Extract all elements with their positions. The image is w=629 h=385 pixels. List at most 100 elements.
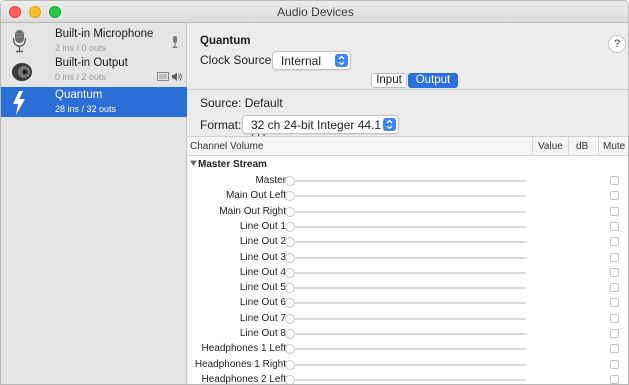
clock-source-label: Clock Source: — [200, 53, 275, 67]
mute-checkbox[interactable] — [610, 206, 619, 216]
channel-label: Line Out 5 — [239, 282, 286, 294]
volume-slider-knob[interactable] — [285, 359, 295, 370]
device-channels: 28 ins / 32 outs — [55, 104, 117, 114]
channel-row: Main Out Right — [188, 204, 628, 219]
volume-slider-knob[interactable] — [285, 329, 295, 339]
column-channel-volume[interactable]: Channel Volume — [190, 141, 263, 152]
volume-slider-knob[interactable] — [285, 206, 295, 217]
mute-checkbox[interactable] — [610, 374, 619, 384]
column-mute[interactable]: Mute — [603, 141, 625, 152]
help-button[interactable]: ? — [608, 35, 626, 53]
clock-source-popup[interactable]: Internal — [272, 51, 351, 70]
device-name: Built-in Output — [55, 57, 128, 69]
format-popup[interactable]: 32 ch 24-bit Integer 44.1 kHz — [242, 115, 399, 146]
channel-label: Headphones 2 Left — [201, 373, 286, 385]
channel-label: Line Out 2 — [239, 236, 286, 248]
channel-row: Line Out 6 — [188, 295, 628, 310]
volume-slider-knob[interactable] — [285, 344, 295, 355]
mute-checkbox[interactable] — [610, 176, 619, 185]
device-list: Built-in Microphone 2 ins / 0 outs Built… — [1, 23, 187, 384]
column-db[interactable]: dB — [576, 141, 588, 152]
channel-label: Headphones 1 Right — [194, 358, 286, 370]
column-separator — [598, 137, 599, 156]
volume-slider-knob[interactable] — [285, 176, 295, 186]
volume-slider-track[interactable] — [295, 302, 526, 305]
device-item-quantum[interactable]: Quantum 28 ins / 32 outs — [1, 87, 187, 117]
device-item-built-in-output[interactable]: Built-in Output 0 ins / 2 outs — [1, 55, 187, 87]
channel-row: Master — [188, 173, 628, 188]
disclosure-triangle-icon[interactable] — [190, 159, 197, 170]
volume-slider-track[interactable] — [295, 378, 526, 381]
table-header: Channel Volume Value dB Mute — [188, 137, 628, 156]
channel-row: Line Out 1 — [188, 219, 628, 234]
channel-label: Line Out 1 — [239, 220, 286, 232]
volume-slider-knob[interactable] — [285, 283, 295, 294]
channel-label: Master — [255, 175, 286, 186]
volume-slider-track[interactable] — [295, 225, 526, 228]
clock-source-value: Internal — [281, 54, 322, 68]
device-channels: 2 ins / 0 outs — [55, 43, 107, 53]
channel-row: Line Out 2 — [188, 234, 628, 249]
mute-checkbox[interactable] — [610, 252, 619, 262]
volume-slider-track[interactable] — [295, 256, 526, 259]
volume-slider-knob[interactable] — [285, 191, 295, 202]
mute-checkbox[interactable] — [610, 267, 619, 277]
divider — [188, 89, 628, 90]
device-title: Quantum — [200, 35, 251, 47]
volume-slider-track[interactable] — [295, 363, 526, 366]
channel-label: Line Out 6 — [239, 297, 286, 309]
channel-row: Line Out 8 — [188, 326, 628, 341]
channel-label: Line Out 3 — [239, 251, 286, 263]
volume-slider-track[interactable] — [295, 271, 526, 274]
volume-slider-track[interactable] — [295, 241, 526, 244]
volume-slider-knob[interactable] — [285, 298, 295, 309]
mute-checkbox[interactable] — [610, 221, 619, 231]
channel-row: Headphones 1 Left — [188, 341, 628, 356]
tab-input[interactable]: Input — [371, 73, 407, 88]
mute-checkbox[interactable] — [610, 359, 619, 369]
volume-slider-knob[interactable] — [285, 374, 295, 384]
channel-row: Line Out 4 — [188, 265, 628, 280]
device-item-built-in-microphone[interactable]: Built-in Microphone 2 ins / 0 outs — [1, 26, 187, 58]
mute-checkbox[interactable] — [610, 313, 619, 323]
device-detail-pane: Quantum ? Clock Source: Internal Input O… — [188, 23, 628, 385]
channel-row: Line Out 5 — [188, 280, 628, 295]
speaker-icon — [11, 57, 45, 85]
device-name: Quantum — [55, 89, 103, 101]
thunderbolt-icon — [11, 89, 45, 117]
volume-slider-track[interactable] — [295, 195, 526, 198]
volume-slider-knob[interactable] — [285, 237, 295, 248]
volume-slider-knob[interactable] — [285, 252, 295, 263]
source-label-text: Source: — [200, 96, 242, 110]
column-separator — [568, 137, 569, 156]
mute-checkbox[interactable] — [610, 191, 619, 201]
volume-slider-track[interactable] — [295, 348, 526, 351]
mute-checkbox[interactable] — [610, 344, 619, 354]
channel-label: Headphones 1 Left — [201, 343, 286, 355]
tab-output[interactable]: Output — [408, 73, 458, 88]
channel-label: Line Out 4 — [239, 266, 286, 278]
format-label: Format: — [200, 118, 242, 132]
window-title: Audio Devices — [277, 5, 354, 19]
volume-slider-knob[interactable] — [285, 313, 295, 324]
mute-checkbox[interactable] — [610, 298, 619, 308]
volume-slider-track[interactable] — [295, 210, 526, 213]
volume-slider-track[interactable] — [295, 287, 526, 290]
column-value[interactable]: Value — [538, 141, 563, 152]
input-device-badge-icon — [171, 36, 179, 51]
source-label: Source: Default — [200, 96, 283, 110]
volume-slider-track[interactable] — [295, 180, 526, 182]
volume-slider-knob[interactable] — [285, 221, 295, 232]
group-label: Master Stream — [198, 159, 267, 170]
volume-slider-knob[interactable] — [285, 267, 295, 278]
master-stream-group[interactable]: Master Stream — [188, 157, 628, 172]
volume-slider-track[interactable] — [295, 333, 526, 335]
chevron-updown-icon — [335, 54, 348, 67]
channel-label: Line Out 7 — [239, 312, 286, 324]
audio-devices-window: Audio Devices Built-in Microphone 2 ins … — [0, 0, 629, 385]
mute-checkbox[interactable] — [610, 283, 619, 293]
channel-row: Headphones 1 Right — [188, 357, 628, 372]
volume-slider-track[interactable] — [295, 317, 526, 320]
mute-checkbox[interactable] — [610, 237, 619, 247]
mute-checkbox[interactable] — [610, 329, 619, 338]
